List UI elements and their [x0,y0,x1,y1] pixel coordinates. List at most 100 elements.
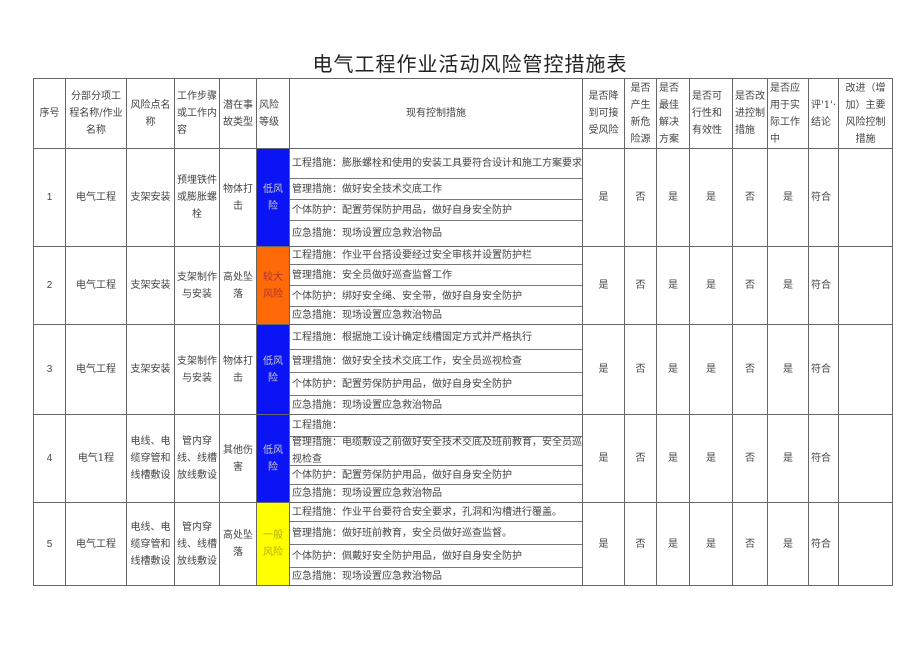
control-measure: 工程措施：作业平台搭设要经过安全审核并设置防护栏 [290,247,582,265]
page-title: 电气工程作业活动风险管控措施表 [312,52,628,76]
cell-best-solution: 是 [656,324,690,415]
cell-work-step: 管内穿线、线槽放线敷设 [174,502,220,586]
cell-risk-point: 支架安装 [126,324,175,415]
cell-improvement [838,246,894,325]
cell-eval: 符合 [807,414,840,503]
table-row: 1 电气工程 支架安装 预埋铁件或膨胀螺栓 物体打击 低风险 工程措施：膨胀螺栓和使用的安装… [33,148,894,247]
cell-improvement [838,502,894,586]
control-measure: 工程措施：膨胀螺栓和使用的安装工具要符合设计和施工方案要求 [290,149,582,179]
header-feasible: 是否可行性和有效性 [689,78,733,149]
cell-risk-point: 电线、电缆穿管和线槽敷设 [126,414,175,503]
control-measure: 应急措施：现场设置应急救治物品 [292,399,442,411]
risk-level-badge: 低风险 [256,148,290,247]
cell-best-solution: 是 [656,246,690,325]
cell-best-solution: 是 [656,502,690,586]
cell-feasible: 是 [689,414,733,503]
header-applied: 是否应用于实际工作中 [767,78,809,149]
cell-new-hazard: 否 [624,502,657,586]
cell-seq: 1 [33,148,66,247]
cell-improve: 否 [732,502,768,586]
cell-applied: 是 [767,246,809,325]
cell-feasible: 是 [689,324,733,415]
risk-level-badge: 较大风险 [256,246,290,325]
control-measure: 工程措施：根据施工设计确定线槽固定方式并严格执行 [290,325,582,350]
cell-acceptable: 是 [582,502,625,586]
cell-feasible: 是 [689,502,733,586]
cell-applied: 是 [767,148,809,247]
cell-acceptable: 是 [582,324,625,415]
header-controls: 现有控制措施 [289,78,583,149]
control-measure: 个体防护：佩戴好安全防护用品，做好自身安全防护 [290,545,582,568]
header-row: 序号 分部分项工程名称/作业名称 风险点名称 工作步骤或工作内容 潜在事故类型 … [33,78,894,149]
cell-best-solution: 是 [656,148,690,247]
cell-controls: 工程措施：作业平台要符合安全要求，孔洞和沟槽进行覆盖。 管理措施：做好班前教育，安… [289,502,583,586]
cell-applied: 是 [767,502,809,586]
control-measure: 个体防护：配置劳保防护用品，做好自身安全防护 [290,200,582,221]
header-acceptable: 是否降到可接受风险 [582,78,625,149]
cell-seq: 5 [33,502,66,586]
control-measure: 管理措施：做好安全技术交底工作，安全员巡视检查 [290,350,582,373]
control-measure: 管理措施：电缆敷设之前做好安全技术交底及班前教育，安全员巡视检查 [290,437,582,466]
header-seq: 序号 [33,78,66,149]
cell-improve: 否 [732,414,768,503]
cell-seq: 4 [33,414,66,503]
table-row: 4 电气1程 电线、电缆穿管和线槽敷设 管内穿线、线槽放线敷设 其他伤害 低风险 工程措施：… [33,414,894,503]
cell-accident-type: 物体打击 [219,148,257,247]
cell-risk-point: 支架安装 [126,148,175,247]
cell-new-hazard: 否 [624,148,657,247]
cell-accident-type: 高处坠落 [219,502,257,586]
cell-project: 电气1程 [65,414,127,503]
header-work-step: 工作步骤或工作内容 [174,78,220,149]
cell-applied: 是 [767,324,809,415]
cell-improve: 否 [732,324,768,415]
cell-new-hazard: 否 [624,414,657,503]
header-risk-level: 风险等级 [256,78,290,149]
control-measure: 工程措施：作业平台要符合安全要求，孔洞和沟槽进行覆盖。 [290,503,582,522]
control-measure: 管理措施：安全员做好巡查监督工作 [290,265,582,286]
cell-eval: 符合 [807,324,840,415]
cell-eval: 符合 [807,148,840,247]
cell-controls: 工程措施：作业平台搭设要经过安全审核并设置防护栏 管理措施：安全员做好巡查监督工作… [289,246,583,325]
cell-feasible: 是 [689,246,733,325]
cell-accident-type: 物体打击 [219,324,257,415]
cell-new-hazard: 否 [624,324,657,415]
cell-risk-point: 电线、电缆穿管和线槽敷设 [126,502,175,586]
cell-eval: 符合 [807,502,840,586]
cell-risk-point: 支架安装 [126,246,175,325]
cell-acceptable: 是 [582,148,625,247]
risk-level-badge: 低风险 [256,414,290,503]
cell-controls: 工程措施：根据施工设计确定线槽固定方式并严格执行 管理措施：做好安全技术交底工作，… [289,324,583,415]
cell-project: 电气工程 [65,502,127,586]
control-measure: 应急措施：现场设置应急救治物品 [292,571,442,582]
cell-seq: 3 [33,324,66,415]
cell-controls: 工程措施： 管理措施：电缆敷设之前做好安全技术交底及班前教育，安全员巡视检查 个体防… [289,414,583,503]
cell-best-solution: 是 [656,414,690,503]
cell-accident-type: 高处坠落 [219,246,257,325]
cell-improve: 否 [732,246,768,325]
cell-project: 电气工程 [65,324,127,415]
table-row: 5 电气工程 电线、电缆穿管和线槽敷设 管内穿线、线槽放线敷设 高处坠落 一般风险 工程措施… [33,502,894,586]
control-measure: 管理措施：做好班前教育，安全员做好巡查监督。 [290,522,582,545]
table-row: 2 电气工程 支架安装 支架制作与安装 高处坠落 较大风险 工程措施：作业平台搭设要经过安全… [33,246,894,325]
cell-controls: 工程措施：膨胀螺栓和使用的安装工具要符合设计和施工方案要求 管理措施：做好安全技术… [289,148,583,247]
cell-work-step: 管内穿线、线槽放线敷设 [174,414,220,503]
control-measure: 个体防护：绑好安全绳、安全带，做好自身安全防护 [290,286,582,307]
cell-new-hazard: 否 [624,246,657,325]
cell-eval: 符合 [807,246,840,325]
cell-accident-type: 其他伤害 [219,414,257,503]
control-measure: 个体防护：配置劳保防护用品，做好自身安全防护 [290,373,582,396]
risk-level-badge: 一般风险 [256,502,290,586]
cell-acceptable: 是 [582,246,625,325]
header-new-hazard: 是否产生新危险源 [624,78,657,149]
risk-control-table: 序号 分部分项工程名称/作业名称 风险点名称 工作步骤或工作内容 潜在事故类型 … [33,78,894,586]
cell-feasible: 是 [689,148,733,247]
control-measure: 应急措施：现场设置应急救治物品 [292,488,442,499]
cell-acceptable: 是 [582,414,625,503]
header-project: 分部分项工程名称/作业名称 [65,78,127,149]
cell-improve: 否 [732,148,768,247]
header-accident-type: 潜在事故类型 [219,78,257,149]
header-improvement: 改进（增加）主要风险控制措施 [838,78,894,149]
cell-improvement [838,148,894,247]
control-measure: 管理措施：做好安全技术交底工作 [290,179,582,200]
cell-improvement [838,324,894,415]
